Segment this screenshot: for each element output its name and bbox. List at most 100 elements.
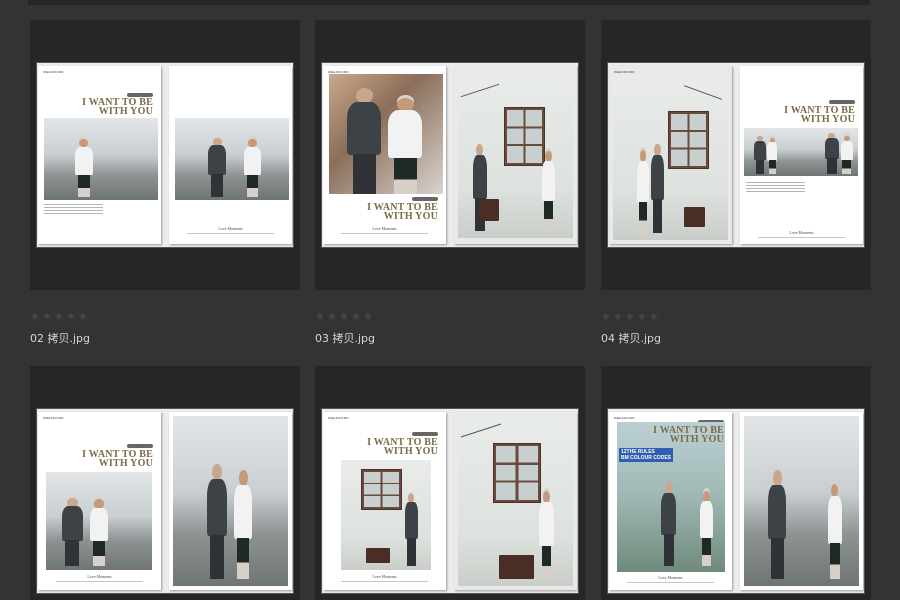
divider <box>758 237 845 238</box>
woman-figure <box>541 150 556 232</box>
window <box>492 443 541 503</box>
album-spread-preview: WEEKWORD I WANT TO BE WITH YOU Love Mome… <box>36 62 294 248</box>
tag-badge <box>829 100 855 104</box>
signature: Love Moments <box>218 226 243 231</box>
filename-label[interactable]: 03 拷贝.jpg <box>315 330 375 346</box>
window <box>504 106 546 167</box>
man-figure <box>753 135 767 175</box>
star-icon[interactable]: ★ <box>625 311 636 322</box>
album-page-right <box>454 412 577 590</box>
thumbnail-frame[interactable]: WEEKWORD I WANT TO BE WITH YOU Love Mome… <box>30 20 300 290</box>
star-rating[interactable]: ★ ★ ★ ★ ★ <box>315 311 374 322</box>
woman-figure <box>767 137 778 175</box>
suitcase <box>366 548 390 564</box>
photo <box>458 70 573 238</box>
star-icon[interactable]: ★ <box>363 311 374 322</box>
album-page-left: WEEKWORD I WANT TO BE WITH YOU Love Mome… <box>323 412 446 590</box>
filename-label[interactable]: 02 拷贝.jpg <box>30 330 90 346</box>
star-icon[interactable]: ★ <box>54 311 65 322</box>
thumbnail-frame[interactable]: WEEKWORD I WANT TO BE WITH YOU Love Mome… <box>315 20 585 290</box>
signature: Love Moments <box>658 575 683 580</box>
divider <box>341 581 428 582</box>
star-icon[interactable]: ★ <box>613 311 624 322</box>
star-icon[interactable]: ★ <box>637 311 648 322</box>
album-page-left: WEEKWORD I WANT TO BE WITH YOU Love Mome… <box>38 412 161 590</box>
star-icon[interactable]: ★ <box>30 311 41 322</box>
photo <box>46 472 152 570</box>
album-page-left: WEEKWORD <box>609 66 732 244</box>
signature: Love Moments <box>372 574 397 579</box>
headline: I WANT TO BE WITH YOU <box>82 450 153 469</box>
caption-text <box>44 204 104 216</box>
headline: I WANT TO BE WITH YOU <box>784 106 855 125</box>
divider <box>341 233 428 234</box>
thumbnail-frame[interactable]: WEEKWORD I WANT TO BE WITH YOU Love Mome… <box>315 366 585 600</box>
street-sign: 12THE RULES BM COLOUR CODES <box>619 448 673 462</box>
photo <box>329 74 443 194</box>
album-spread-preview: WEEKWORD I WANT TO BE WITH YOU Love Mome… <box>321 408 579 594</box>
man-figure <box>61 497 84 567</box>
photo <box>458 416 573 586</box>
signature: Love Moments <box>87 574 112 579</box>
star-icon[interactable]: ★ <box>315 311 326 322</box>
star-icon[interactable]: ★ <box>327 311 338 322</box>
street-sign-text: BM COLOUR CODES <box>621 455 671 461</box>
woman-figure <box>636 150 650 234</box>
headline: I WANT TO BE WITH YOU <box>367 438 438 457</box>
woman-figure <box>233 470 254 580</box>
headline: I WANT TO BE WITH YOU <box>653 426 724 445</box>
thumbnail-frame[interactable]: WEEKWORD I WANT TO BE WITH YOU Love Mome… <box>601 20 871 290</box>
brand-mark: WEEKWORD <box>614 416 635 420</box>
man-figure <box>824 132 840 175</box>
tag-badge <box>127 444 153 448</box>
album-page-left: WEEKWORD 12THE RULES BM COLOUR CODES I W… <box>609 412 732 590</box>
headline-line: WITH YOU <box>383 211 438 222</box>
woman-figure <box>88 499 109 567</box>
album-page-right: Love Moments <box>169 66 292 244</box>
star-icon[interactable]: ★ <box>42 311 53 322</box>
star-rating[interactable]: ★ ★ ★ ★ ★ <box>30 311 89 322</box>
star-rating[interactable]: ★ ★ ★ ★ ★ <box>601 311 660 322</box>
album-page-right <box>740 412 863 590</box>
headline: I WANT TO BE WITH YOU <box>367 203 438 222</box>
man-figure <box>767 470 788 580</box>
man-figure <box>660 482 677 566</box>
woman-figure <box>699 491 714 566</box>
album-spread-preview: WEEKWORD I WANT TO BE WITH YOU Love Mome… <box>36 408 294 594</box>
woman-figure <box>539 490 555 580</box>
headline: I WANT TO BE WITH YOU <box>82 98 153 117</box>
star-icon[interactable]: ★ <box>649 311 660 322</box>
tag-badge <box>412 432 438 436</box>
photo <box>44 118 158 200</box>
headline-line: WITH YOU <box>98 458 153 469</box>
album-page-left: WEEKWORD I WANT TO BE WITH YOU <box>38 66 161 244</box>
headline-line: WITH YOU <box>383 446 438 457</box>
filename-label[interactable]: 04 拷贝.jpg <box>601 330 661 346</box>
star-icon[interactable]: ★ <box>351 311 362 322</box>
man-figure <box>345 88 384 194</box>
thumbnail-grid: WEEKWORD I WANT TO BE WITH YOU Love Mome… <box>0 0 900 600</box>
thumbnail-frame[interactable]: WEEKWORD 12THE RULES BM COLOUR CODES I W… <box>601 366 871 600</box>
star-icon[interactable]: ★ <box>339 311 350 322</box>
suitcase <box>478 199 500 222</box>
star-icon[interactable]: ★ <box>78 311 89 322</box>
brand-mark: WEEKWORD <box>328 416 349 420</box>
album-page-left: WEEKWORD I WANT TO BE WITH YOU Love Mome… <box>323 66 446 244</box>
star-icon[interactable]: ★ <box>66 311 77 322</box>
signature: Love Moments <box>372 226 397 231</box>
star-icon[interactable]: ★ <box>601 311 612 322</box>
man-figure <box>404 493 418 566</box>
woman-figure <box>840 135 854 175</box>
man-figure <box>205 463 228 580</box>
tag-badge <box>412 197 438 201</box>
album-spread-preview: WEEKWORD I WANT TO BE WITH YOU Love Mome… <box>607 62 865 248</box>
window <box>668 110 710 169</box>
photo <box>744 416 859 586</box>
window <box>360 468 403 511</box>
caption-text <box>746 182 806 194</box>
thumbnail-frame[interactable]: WEEKWORD I WANT TO BE WITH YOU Love Mome… <box>30 366 300 600</box>
suitcase <box>684 206 705 227</box>
album-spread-preview: WEEKWORD 12THE RULES BM COLOUR CODES I W… <box>607 408 865 594</box>
divider <box>627 582 714 583</box>
photo <box>341 460 431 570</box>
